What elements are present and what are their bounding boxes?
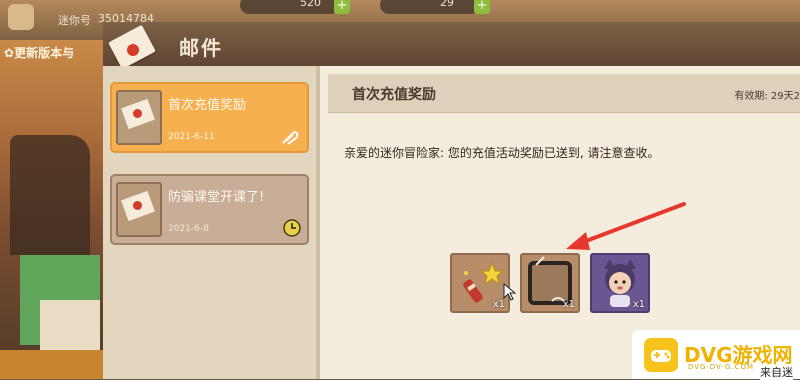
mail-title: 首次充值奖励	[168, 98, 247, 113]
add-currency-a-button[interactable]: +	[334, 0, 350, 14]
reward-item-avatar-frame[interactable]: x1	[520, 253, 580, 313]
reward-count: x1	[632, 299, 645, 310]
game-scene-left: ✿更新版本与	[0, 40, 105, 379]
currency-b-value: 29	[440, 0, 454, 9]
currency-a-pill: 520	[240, 0, 340, 14]
mail-list: 首次充值奖励 2021-6-11 防骗课堂开课了! 2021-6-8	[103, 66, 316, 379]
source-footer: 来自迷	[760, 364, 793, 380]
update-banner-icon: ✿	[4, 46, 15, 60]
scene-character	[40, 300, 100, 350]
mail-detail-header: 首次充值奖励 有效期: 29天2	[328, 74, 800, 113]
reward-count: x1	[562, 299, 575, 310]
scene-block	[10, 135, 90, 255]
reward-item-cat-costume[interactable]: x1	[590, 253, 650, 313]
watermark-sub: DVG·DV·G.COM	[688, 363, 755, 371]
scene-block	[0, 350, 105, 379]
window-titlebar: 邮件	[103, 22, 800, 70]
mail-body-text: 亲爱的迷你冒险家: 您的充值活动奖励已送到, 请注意查收。	[344, 146, 660, 160]
add-currency-b-button[interactable]: +	[474, 0, 490, 14]
reward-item-firework[interactable]: x1	[450, 253, 510, 313]
avatar[interactable]	[8, 4, 34, 30]
mail-date: 2021-6-8	[168, 224, 209, 234]
mail-date: 2021-6-11	[168, 132, 215, 142]
mail-title: 防骗课堂开课了!	[168, 190, 265, 205]
window-title: 邮件	[179, 36, 223, 60]
mail-detail-title: 首次充值奖励	[352, 87, 436, 103]
mail-list-item-anti-fraud[interactable]: 防骗课堂开课了! 2021-6-8	[110, 174, 309, 245]
mail-window: 邮件 首次充值奖励 2021-6-11 防骗课堂开课了! 2021-6-8 首次…	[103, 22, 800, 379]
letter-icon	[116, 90, 162, 145]
gamepad-logo-icon	[644, 338, 678, 372]
attachment-icon	[282, 131, 299, 145]
mail-envelope-icon	[108, 24, 161, 70]
annotation-arrow	[566, 202, 686, 250]
mouse-cursor-icon	[503, 283, 517, 301]
player-id-label: 迷你号	[58, 14, 91, 27]
mail-list-item-first-topup[interactable]: 首次充值奖励 2021-6-11	[110, 82, 309, 153]
validity-text: 有效期: 29天2	[734, 91, 800, 102]
letter-icon	[116, 182, 162, 237]
currency-a-value: 520	[300, 0, 321, 9]
clock-icon	[283, 219, 301, 237]
update-banner-label: 更新版本与	[14, 46, 75, 60]
currency-b-pill: 29	[380, 0, 480, 14]
update-banner[interactable]: ✿更新版本与	[4, 44, 74, 61]
